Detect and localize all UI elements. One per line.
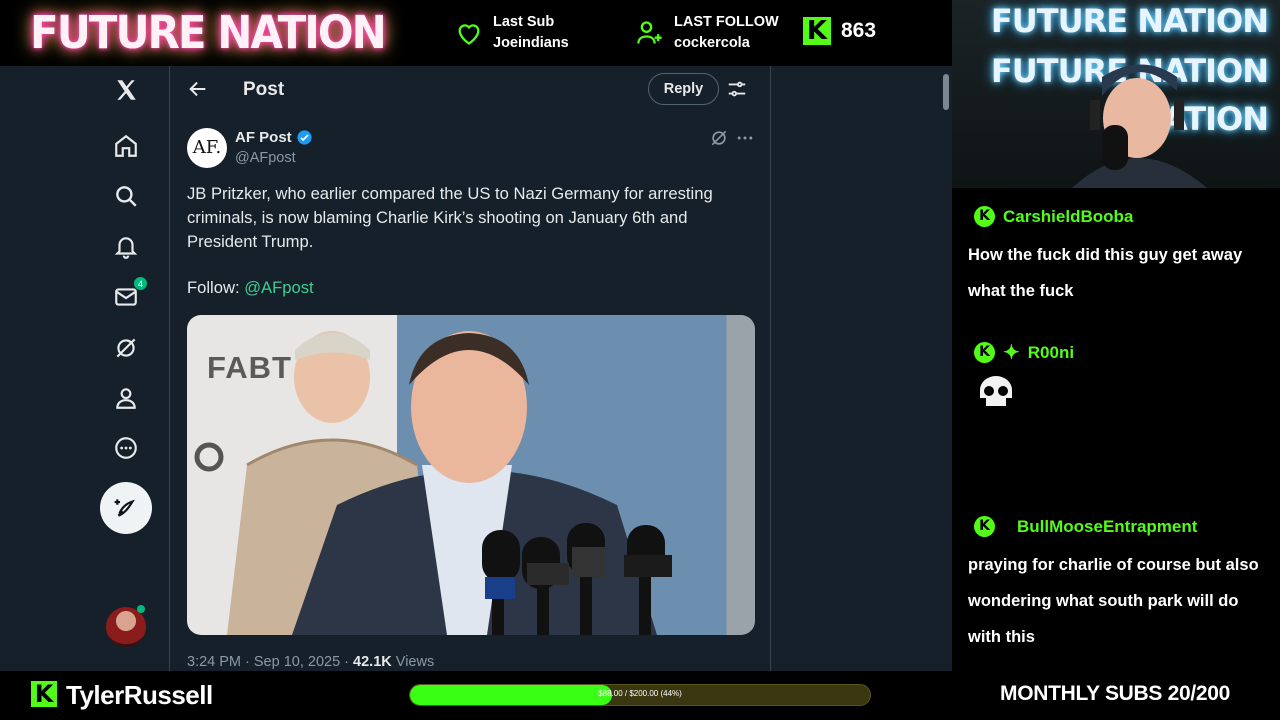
back-arrow-icon[interactable] xyxy=(187,78,209,100)
grok-explain-icon[interactable] xyxy=(709,128,729,148)
last-sub-label: Last Sub xyxy=(493,14,555,30)
chat-username: R00ni xyxy=(1027,342,1075,362)
grok-icon[interactable] xyxy=(112,334,140,362)
chat-message-1-text: How the fuck did this guy get away what … xyxy=(968,246,1243,300)
messages-envelope-icon[interactable]: 4 xyxy=(112,276,148,311)
kick-follower-count: K 863 xyxy=(803,17,876,45)
streamer-name: TylerRussell xyxy=(66,680,213,710)
last-follow-widget: LAST FOLLOW cockercola xyxy=(636,12,779,54)
reply-button[interactable]: Reply xyxy=(648,73,719,105)
heart-icon xyxy=(458,24,480,45)
search-icon[interactable] xyxy=(112,182,140,210)
last-sub-name: Joeindians xyxy=(493,35,569,51)
page-title: Post xyxy=(243,79,285,100)
chat-message-3-user: K BullMooseEntrapment xyxy=(974,516,1197,537)
last-sub-widget: Last Sub Joeindians xyxy=(455,12,569,54)
stream-bottom-bar: K TylerRussell $88.00 / $200.00 (44%) MO… xyxy=(0,671,1280,720)
views-label: Views xyxy=(391,654,435,670)
author-handle[interactable]: @AFpost xyxy=(235,150,296,166)
future-nation-logo: FUTURE NATION xyxy=(30,6,387,59)
tweet-meta: 3:24 PM · Sep 10, 2025 · 42.1K Views xyxy=(187,654,434,670)
account-avatar[interactable] xyxy=(106,607,146,647)
follow-mention-link[interactable]: @AFpost xyxy=(244,278,313,297)
add-user-icon xyxy=(637,21,662,44)
chat-username: BullMooseEntrapment xyxy=(1017,516,1198,536)
chat-message-3-text: praying for charlie of course but also w… xyxy=(968,556,1259,646)
streamer-silhouette xyxy=(1072,64,1207,188)
views-count: 42.1K xyxy=(353,654,392,670)
author-name-row[interactable]: AF Post xyxy=(235,129,313,146)
kick-count: 863 xyxy=(841,19,877,42)
compose-post-button[interactable] xyxy=(100,482,152,534)
scrollbar-thumb[interactable] xyxy=(943,74,949,110)
stream-top-bar: FUTURE NATION Last Sub Joeindians LAST F… xyxy=(0,0,952,66)
tweet-follow-line: Follow: @AFpost xyxy=(187,278,314,298)
wall-signage-text: FABT xyxy=(207,350,292,385)
last-follow-label: LAST FOLLOW xyxy=(674,14,779,30)
page-scrollbar[interactable] xyxy=(940,66,952,671)
author-avatar[interactable]: AF. xyxy=(187,128,227,168)
chat-username: CarshieldBooba xyxy=(1003,206,1134,226)
sub-goal-progress-text: $88.00 / $200.00 (44%) xyxy=(598,689,682,698)
feather-plus-icon xyxy=(114,499,135,517)
x-logo-icon[interactable] xyxy=(112,76,140,104)
verified-badge-icon xyxy=(297,130,312,145)
post-header: Post Reply xyxy=(171,66,771,112)
profile-icon[interactable] xyxy=(112,384,140,412)
x-app-window: 4 Post Reply AF. AF Post @AFpost JB Prit… xyxy=(0,66,952,671)
kick-badge-icon: K xyxy=(974,206,995,227)
stream-chat: K CarshieldBooba How the fuck did this g… xyxy=(952,188,1280,671)
post-column: Post Reply AF. AF Post @AFpost JB Pritzk… xyxy=(171,66,771,671)
kick-badge-icon: K xyxy=(974,342,995,363)
tweet-timestamp[interactable]: 3:24 PM · Sep 10, 2025 · xyxy=(187,654,353,670)
chat-message-1-user: K CarshieldBooba xyxy=(974,206,1133,227)
sub-goal-progress-bar: $88.00 / $200.00 (44%) xyxy=(409,684,871,706)
kick-logo-icon: K xyxy=(31,681,57,707)
more-options-icon[interactable] xyxy=(112,434,140,462)
sparkle-badge-icon: ✦ xyxy=(1003,342,1020,364)
sliders-icon[interactable] xyxy=(726,78,748,100)
messages-badge: 4 xyxy=(133,276,148,291)
kick-badge-icon: K xyxy=(974,516,995,537)
follow-label: Follow: xyxy=(187,278,240,297)
author-name[interactable]: AF Post xyxy=(235,129,292,146)
tweet-text: JB Pritzker, who earlier compared the US… xyxy=(187,184,713,251)
last-follow-name: cockercola xyxy=(674,35,750,51)
skull-emote-icon xyxy=(980,376,1012,406)
tweet-video-thumbnail[interactable]: FABT xyxy=(187,315,755,635)
more-horizontal-icon[interactable] xyxy=(735,128,755,148)
kick-logo-icon: K xyxy=(803,17,831,45)
notifications-bell-icon[interactable] xyxy=(112,233,140,261)
webcam-feed: FUTURE NATION FUTURE NATION NATION xyxy=(952,0,1280,188)
online-status-dot xyxy=(137,605,145,613)
chat-message-2-user: K ✦ R00ni xyxy=(974,340,1074,365)
monthly-subs-counter: MONTHLY SUBS 20/200 xyxy=(1000,682,1231,705)
home-icon[interactable] xyxy=(112,132,140,160)
x-left-nav: 4 xyxy=(0,66,170,671)
